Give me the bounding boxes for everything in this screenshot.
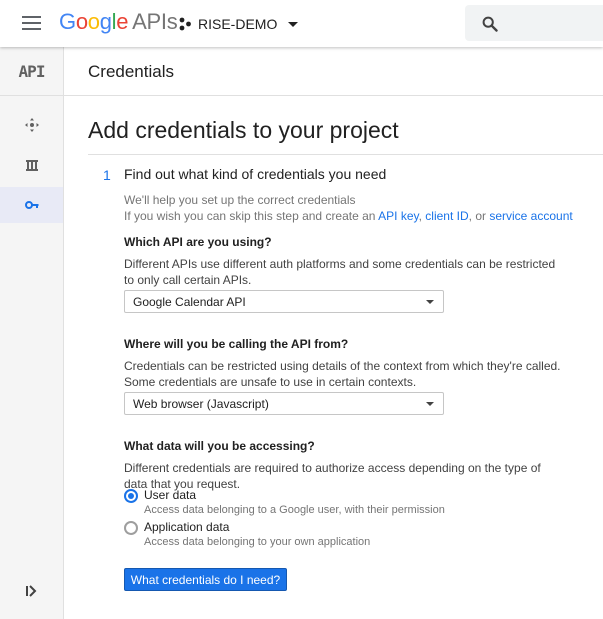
nav-library[interactable] [0,147,63,183]
left-nav: API [0,47,64,619]
google-apis-logo[interactable]: Google APIs [59,9,178,35]
logo-letter: g [99,9,112,34]
menu-icon[interactable] [22,16,41,30]
api-question-label: Which API are you using? [124,235,272,249]
platform-question-desc: Credentials can be restricted using deta… [124,358,574,390]
what-credentials-button[interactable]: What credentials do I need? [124,568,287,591]
project-selector[interactable]: RISE-DEMO [178,13,299,35]
platform-question-label: Where will you be calling the API from? [124,337,349,351]
dashboard-icon [24,118,39,132]
chevron-down-icon [288,21,299,27]
search-bar[interactable] [465,5,603,41]
api-logo[interactable]: API [0,47,63,96]
desc-line: Different credentials are required to au… [124,461,541,475]
project-name: RISE-DEMO [198,16,278,32]
api-select-value: Google Calendar API [133,295,246,309]
logo-letter: o [87,9,100,34]
skip-text: If you wish you can skip this step and c… [124,209,573,223]
platform-select[interactable]: Web browser (Javascript) [124,392,444,415]
application-data-label[interactable]: Application data [144,520,229,534]
desc-line: to only call certain APIs. [124,273,252,287]
expand-icon [26,585,37,597]
expand-nav-button[interactable] [24,584,38,603]
search-icon [482,16,498,32]
step-title: Find out what kind of credentials you ne… [124,166,387,182]
step-number: 1 [103,167,111,183]
client-id-link[interactable]: client ID [425,209,468,223]
divider [88,154,603,155]
top-bar: Google APIs RISE-DEMO [0,0,603,47]
data-question-label: What data will you be accessing? [124,439,315,453]
desc-line: Some credentials are unsafe to use in ce… [124,375,417,389]
help-text: We'll help you set up the correct creden… [124,193,356,207]
logo-suffix: APIs [132,9,178,34]
page-title: Add credentials to your project [88,117,399,143]
application-data-desc: Access data belonging to your own applic… [144,536,371,548]
skip-prefix: If you wish you can skip this step and c… [124,209,379,223]
platform-select-value: Web browser (Javascript) [133,397,269,411]
logo-letter: G [59,9,76,34]
page-header: Credentials [64,47,603,96]
api-key-link[interactable]: API key [378,209,418,223]
application-data-radio[interactable] [124,521,138,535]
library-icon [25,160,38,171]
user-data-desc: Access data belonging to a Google user, … [144,504,445,516]
project-dots-icon [179,17,191,31]
chevron-down-icon [426,300,434,304]
user-data-label[interactable]: User data [144,488,196,502]
api-question-desc: Different APIs use different auth platfo… [124,256,574,288]
key-icon [24,201,38,209]
separator: , or [468,209,490,223]
service-account-link[interactable]: service account [489,209,572,223]
nav-dashboard[interactable] [0,107,63,143]
nav-credentials[interactable] [0,187,63,223]
desc-line: Different APIs use different auth platfo… [124,257,556,271]
user-data-radio[interactable] [124,489,138,503]
chevron-down-icon [426,402,434,406]
api-select[interactable]: Google Calendar API [124,290,444,313]
desc-line: Credentials can be restricted using deta… [124,359,561,373]
page-header-title: Credentials [88,62,174,81]
logo-letter: e [116,9,129,34]
logo-letter: o [75,9,88,34]
